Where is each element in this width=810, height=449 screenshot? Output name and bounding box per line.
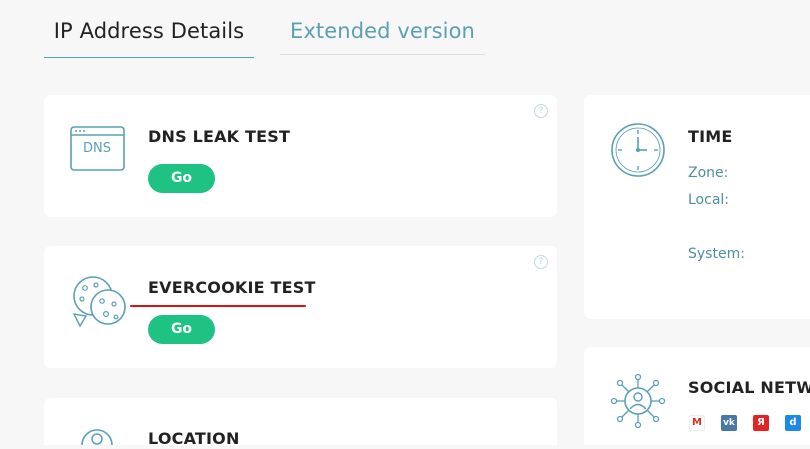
evercookie-go-button[interactable]: Go xyxy=(148,315,215,344)
dns-icon-text: DNS xyxy=(83,141,111,156)
yandex-icon[interactable]: Я xyxy=(753,415,769,431)
evercookie-help-icon[interactable]: ? xyxy=(534,255,548,269)
vk-icon[interactable]: vk xyxy=(721,415,737,431)
local-label: Local: xyxy=(688,192,730,208)
evercookie-test-title: EVERCOOKIE TEST xyxy=(148,278,316,297)
clock-icon xyxy=(610,122,666,182)
time-title: TIME xyxy=(688,127,733,146)
dns-go-button[interactable]: Go xyxy=(148,164,215,193)
tab-extended-version[interactable]: Extended version xyxy=(280,14,485,55)
dns-leak-test-title: DNS LEAK TEST xyxy=(148,127,291,146)
odnoklassniki-icon[interactable]: d xyxy=(785,415,801,431)
tab-ip-address-details[interactable]: IP Address Details xyxy=(44,14,254,58)
social-network-icon xyxy=(610,373,666,433)
system-label: System: xyxy=(688,246,745,262)
gmail-icon[interactable]: M xyxy=(689,415,705,431)
dns-browser-icon: DNS xyxy=(70,126,126,176)
time-card: TIME Zone: Local: System: xyxy=(584,95,810,319)
location-pin-icon xyxy=(80,424,114,449)
location-card: LOCATION xyxy=(44,398,557,448)
social-networks-title: SOCIAL NETWO xyxy=(688,378,810,397)
cookie-icon xyxy=(70,274,128,334)
zone-label: Zone: xyxy=(688,165,729,181)
social-networks-card: SOCIAL NETWO M vk Я d xyxy=(584,347,810,445)
location-title: LOCATION xyxy=(148,429,240,448)
dns-help-icon[interactable]: ? xyxy=(534,104,548,118)
dns-leak-test-card: DNS DNS LEAK TEST Go ? xyxy=(44,95,557,217)
red-underline-annotation xyxy=(130,305,306,307)
evercookie-test-card: EVERCOOKIE TEST Go ? xyxy=(44,246,557,368)
